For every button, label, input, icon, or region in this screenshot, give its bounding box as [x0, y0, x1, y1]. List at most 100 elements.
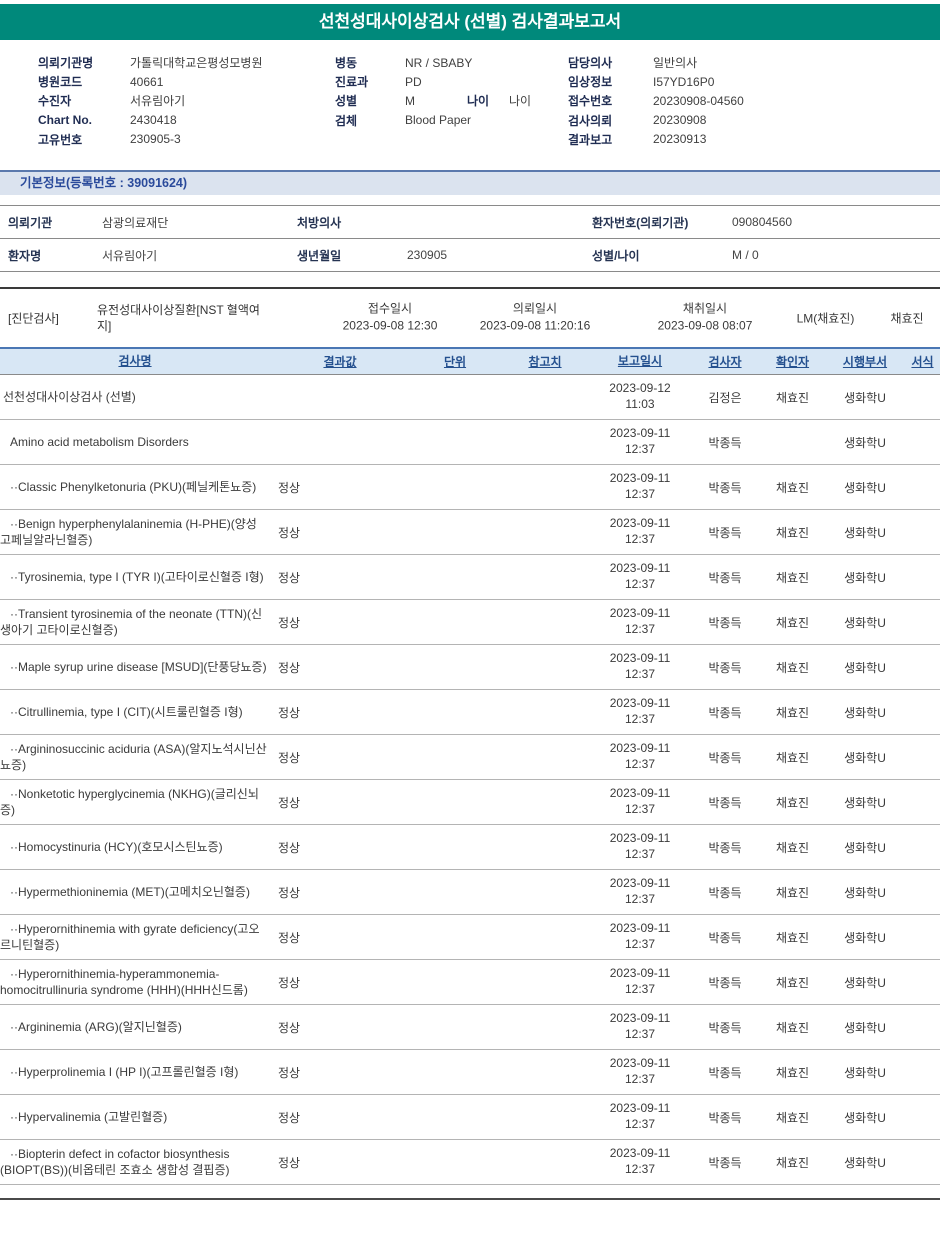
receipt-label: 접수일시: [367, 301, 413, 316]
report-datetime-cell: 2023-09-11 12:37: [590, 876, 690, 907]
test-name-cell: ··Nonketotic hyperglycinemia (NKHG)(글리신뇌…: [0, 786, 270, 818]
report-datetime-cell: 2023-09-11 12:37: [590, 561, 690, 592]
info-row: 임상정보 I57YD16P0: [568, 72, 744, 91]
report-end-line: [0, 1198, 940, 1200]
report-time: 11:03: [625, 397, 655, 411]
confirmer-name: 채효진: [775, 1065, 810, 1080]
confirmer-name: 채효진: [775, 705, 810, 720]
info-value: I57YD16P0: [653, 74, 715, 89]
info-value: 40661: [130, 74, 164, 89]
test-name-cell: Amino acid metabolism Disorders: [0, 434, 270, 450]
basic-info-row: 환자명 서유림아기 생년월일 230905 성별/나이 M / 0: [0, 239, 940, 272]
result-value: 정상: [278, 480, 301, 495]
test-name-cell: ··Hypermethioninemia (MET)(고메치오닌혈증): [0, 884, 270, 900]
result-row: ··Nonketotic hyperglycinemia (NKHG)(글리신뇌…: [0, 780, 940, 825]
report-title: 선천성대사이상검사 (선별) 검사결과보고서: [318, 12, 622, 31]
request-value: 2023-09-08 11:20:16: [479, 319, 591, 333]
info-label: 결과보고: [568, 132, 613, 147]
report-date: 2023-09-11: [609, 561, 671, 576]
test-name-cell: ··Argininosuccinic aciduria (ASA)(알지노석시닌…: [0, 741, 270, 773]
tester-name: 박종득: [708, 795, 742, 810]
order-test-group: 유전성대사이상질환[NST 혈액여지]: [97, 302, 260, 333]
basic-label: 성별/나이: [592, 248, 640, 263]
report-date: 2023-09-12: [609, 381, 671, 396]
report-date: 2023-09-11: [609, 741, 671, 756]
info-row: 검체 Blood Paper: [335, 111, 531, 130]
info-row: 진료과 PD: [335, 72, 531, 91]
tester-name: 김정은: [708, 390, 742, 405]
info-label: 임상정보: [568, 75, 613, 90]
result-row: ··Biopterin defect in cofactor biosynthe…: [0, 1140, 940, 1185]
test-name-cell: ··Argininemia (ARG)(알지닌혈증): [0, 1019, 270, 1035]
order-row: [진단검사] 유전성대사이상질환[NST 혈액여지] 접수일시 2023-09-…: [0, 289, 940, 347]
test-name-cell: ··Hypervalinemia (고발린혈증): [0, 1109, 270, 1125]
test-name-cell: ··Hyperornithinemia-hyperammonemia-homoc…: [0, 966, 270, 998]
report-date: 2023-09-11: [609, 651, 671, 666]
info-value: Blood Paper: [405, 113, 472, 128]
patient-info-section: 의뢰기관명 가톨릭대학교은평성모병원 병원코드 40661 수진자 서유림아기 Cha…: [0, 53, 940, 153]
test-name-cell: ··Benign hyperphenylalaninemia (H-PHE)(양…: [0, 516, 270, 548]
report-datetime-cell: 2023-09-11 12:37: [590, 1146, 690, 1177]
info-label: 병동: [335, 56, 358, 71]
test-name: ··Biopterin defect in cofactor biosynthe…: [0, 1146, 230, 1177]
column-header-report-time: 보고일시: [617, 353, 663, 368]
report-time: 12:37: [624, 892, 656, 906]
result-value: 정상: [278, 885, 301, 900]
info-column-left: 의뢰기관명 가톨릭대학교은평성모병원 병원코드 40661 수진자 서유림아기 Cha…: [38, 53, 262, 149]
report-date: 2023-09-11: [609, 876, 671, 891]
result-row: 선천성대사이상검사 (선별) 2023-09-12 11:03 김정은 채효진 …: [0, 375, 940, 420]
column-header-result: 결과값: [323, 355, 357, 369]
report-time: 12:37: [624, 487, 656, 501]
test-name-cell: ··Classic Phenylketonuria (PKU)(페닐케톤뇨증): [0, 479, 270, 495]
report-date: 2023-09-11: [609, 1011, 671, 1026]
report-time: 12:37: [624, 442, 656, 456]
result-row: ··Hyperornithinemia-hyperammonemia-homoc…: [0, 960, 940, 1005]
info-label: 수진자: [38, 94, 72, 109]
department-name: 생화학U: [844, 795, 886, 810]
result-value: 정상: [278, 705, 301, 720]
test-name: ··Tyrosinemia, type I (TYR I)(고타이로신혈증 I형…: [10, 569, 264, 584]
result-value: 정상: [278, 930, 301, 945]
info-row: 결과보고 20230913: [568, 130, 744, 149]
report-time: 12:37: [624, 577, 656, 591]
department-name: 생화학U: [844, 615, 886, 630]
report-time: 12:37: [624, 1027, 656, 1041]
tester-name: 박종득: [708, 1110, 742, 1125]
report-time: 12:37: [624, 1117, 656, 1131]
basic-info-row: 의뢰기관 삼광의료재단 처방의사 환자번호(의뢰기관) 090804560: [0, 206, 940, 239]
test-name: 선천성대사이상검사 (선별): [3, 389, 136, 404]
confirmer-name: 채효진: [775, 885, 810, 900]
order-tag: [진단검사]: [8, 311, 59, 326]
report-date: 2023-09-11: [609, 831, 671, 846]
result-value: 정상: [278, 975, 301, 990]
confirmer-name: 채효진: [775, 1020, 810, 1035]
info-label: 고유번호: [38, 132, 83, 147]
tester-name: 박종득: [708, 570, 742, 585]
result-value: 정상: [278, 795, 301, 810]
tester-name: 박종득: [708, 615, 742, 630]
tester-name: 박종득: [708, 885, 742, 900]
report-datetime-cell: 2023-09-11 12:37: [590, 1101, 690, 1132]
result-row: Amino acid metabolism Disorders 2023-09-…: [0, 420, 940, 465]
result-value: 정상: [278, 750, 301, 765]
result-row: ··Hypervalinemia (고발린혈증) 정상 2023-09-11 1…: [0, 1095, 940, 1140]
report-time: 12:37: [624, 712, 656, 726]
report-date: 2023-09-11: [609, 471, 671, 486]
department-name: 생화학U: [844, 930, 886, 945]
report-datetime-cell: 2023-09-11 12:37: [590, 921, 690, 952]
collect-datetime: 채취일시 2023-09-08 08:07: [630, 301, 780, 336]
department-name: 생화학U: [844, 750, 886, 765]
info-value: 나이: [509, 94, 532, 109]
info-label: 담당의사: [568, 56, 613, 71]
info-row: 고유번호 230905-3: [38, 130, 262, 149]
result-row: ··Classic Phenylketonuria (PKU)(페닐케톤뇨증) …: [0, 465, 940, 510]
column-header-confirmer: 확인자: [775, 355, 810, 369]
report-datetime-cell: 2023-09-11 12:37: [590, 426, 690, 457]
column-header-form: 서식: [911, 355, 934, 369]
result-value: 정상: [278, 840, 301, 855]
report-title-banner: 선천성대사이상검사 (선별) 검사결과보고서: [0, 4, 940, 40]
info-value: 일반의사: [653, 56, 698, 71]
result-value: 정상: [278, 660, 301, 675]
tester-name: 박종득: [708, 705, 742, 720]
department-name: 생화학U: [844, 1110, 886, 1125]
